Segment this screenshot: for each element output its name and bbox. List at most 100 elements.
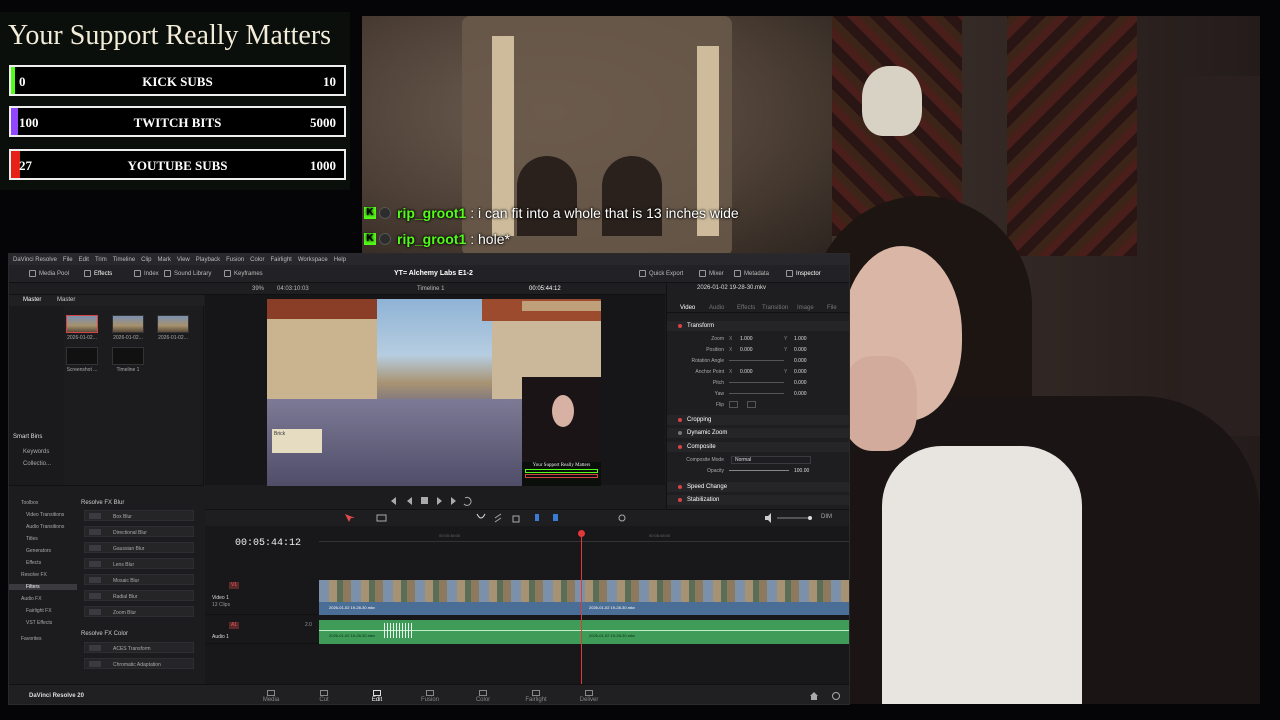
tree-item[interactable]: VST Effects — [26, 620, 52, 626]
sound-library-button[interactable]: Sound Library — [164, 270, 211, 277]
tree-item[interactable]: Audio FX — [21, 596, 42, 602]
param-slider[interactable] — [729, 382, 784, 383]
volume-icon[interactable] — [765, 513, 771, 523]
page-media[interactable]: Media — [256, 690, 286, 703]
link-icon[interactable] — [494, 513, 502, 523]
media-clip[interactable]: 2026-01-02... — [112, 315, 144, 341]
effect-item[interactable]: Chromatic Adaptation — [84, 658, 194, 669]
flip-vertical-icon[interactable] — [747, 401, 756, 408]
audio-clip[interactable]: 2026-01-02 19-28-30.mkv 2026-01-02 19-28… — [319, 620, 849, 644]
menu-timeline[interactable]: Timeline — [113, 257, 135, 263]
smart-bin-keywords[interactable]: Keywords — [23, 449, 49, 455]
dim-button[interactable]: DIM — [821, 514, 832, 520]
menu-trim[interactable]: Trim — [95, 257, 107, 263]
param-value[interactable]: 0.000 — [794, 358, 807, 364]
effect-item[interactable]: Directional Blur — [84, 526, 194, 537]
opacity-slider[interactable] — [729, 470, 789, 471]
tree-item[interactable]: Favorites — [21, 636, 42, 642]
tree-item-selected[interactable]: Filters — [9, 584, 77, 590]
param-y-value[interactable]: 0.000 — [794, 347, 807, 353]
param-y-value[interactable]: 1.000 — [794, 336, 807, 342]
playhead-handle[interactable] — [578, 530, 585, 537]
page-color[interactable]: Color — [468, 690, 498, 703]
tree-item[interactable]: Toolbox — [21, 500, 38, 506]
stop-icon[interactable] — [421, 497, 428, 504]
selection-tool-icon[interactable] — [345, 514, 355, 522]
play-icon[interactable] — [437, 497, 442, 505]
menu-app[interactable]: DaVinci Resolve — [13, 257, 57, 263]
page-deliver[interactable]: Deliver — [574, 690, 604, 703]
tree-item[interactable]: Audio Transitions — [26, 524, 64, 530]
media-clip[interactable]: 2026-01-02... — [157, 315, 189, 341]
enable-toggle-icon[interactable] — [678, 498, 682, 502]
media-pool-button[interactable]: Media Pool — [29, 270, 69, 277]
tree-item[interactable]: Fairlight FX — [26, 608, 52, 614]
page-fairlight[interactable]: Fairlight — [521, 690, 551, 703]
smart-bin-collections[interactable]: Collectio... — [23, 461, 51, 467]
effect-item[interactable]: Lens Blur — [84, 558, 194, 569]
section-transform[interactable]: Transform — [667, 321, 849, 331]
flag-icon[interactable] — [535, 514, 539, 521]
zoom-icon[interactable] — [618, 514, 626, 522]
go-start-icon[interactable] — [391, 497, 396, 505]
media-clip[interactable]: 2026-01-02... — [66, 315, 98, 341]
effect-item[interactable]: Zoom Blur — [84, 606, 194, 617]
section-dynamic-zoom[interactable]: Dynamic Zoom — [667, 428, 849, 438]
menu-workspace[interactable]: Workspace — [298, 257, 328, 263]
track-tag[interactable]: V1 — [229, 582, 239, 589]
tab-image[interactable]: Image — [797, 305, 814, 311]
menu-file[interactable]: File — [63, 257, 73, 263]
media-clip[interactable]: Screenshot ... — [66, 347, 98, 373]
mixer-button[interactable]: Mixer — [699, 270, 724, 277]
param-x-value[interactable]: 0.000 — [740, 369, 753, 375]
menu-clip[interactable]: Clip — [141, 257, 151, 263]
param-value[interactable]: 0.000 — [794, 380, 807, 386]
inspector-button[interactable]: Inspector — [786, 270, 821, 277]
menu-help[interactable]: Help — [334, 257, 346, 263]
track-tag[interactable]: A1 — [229, 622, 239, 629]
tab-audio[interactable]: Audio — [709, 305, 724, 311]
effect-item[interactable]: Gaussian Blur — [84, 542, 194, 553]
opacity-value[interactable]: 100.00 — [794, 468, 809, 474]
param-x-value[interactable]: 1.000 — [740, 336, 753, 342]
enable-toggle-icon[interactable] — [678, 418, 682, 422]
menu-mark[interactable]: Mark — [158, 257, 171, 263]
enable-toggle-icon[interactable] — [678, 431, 682, 435]
tab-effects[interactable]: Effects — [737, 305, 755, 311]
param-y-value[interactable]: 0.000 — [794, 369, 807, 375]
section-cropping[interactable]: Cropping — [667, 415, 849, 425]
flip-horizontal-icon[interactable] — [729, 401, 738, 408]
bin-tab[interactable]: Master — [57, 297, 75, 303]
tree-item[interactable]: Effects — [26, 560, 41, 566]
page-edit[interactable]: Edit — [362, 690, 392, 703]
effect-item[interactable]: ACES Transform — [84, 642, 194, 653]
menu-edit[interactable]: Edit — [79, 257, 89, 263]
snap-icon[interactable] — [476, 513, 486, 519]
tree-item[interactable]: Generators — [26, 548, 51, 554]
tree-item[interactable]: Titles — [26, 536, 38, 542]
video-clip[interactable]: 2026-01-02 19-28-30.mkv 2026-01-02 19-28… — [319, 580, 849, 615]
param-value[interactable]: 0.000 — [794, 391, 807, 397]
section-stabilization[interactable]: Stabilization — [667, 495, 849, 505]
metadata-button[interactable]: Metadata — [734, 270, 769, 277]
tab-transition[interactable]: Transition — [762, 305, 788, 311]
timeline-viewer[interactable]: Brick Your Support Really Matters — [205, 295, 665, 486]
tab-video[interactable]: Video — [680, 305, 695, 311]
menu-view[interactable]: View — [177, 257, 190, 263]
timeline-selector[interactable]: Timeline 1 — [417, 286, 444, 292]
tree-item[interactable]: Video Transitions — [26, 512, 64, 518]
lock-icon[interactable] — [512, 515, 520, 523]
effects-button[interactable]: Effects — [84, 270, 112, 277]
effect-item[interactable]: Radial Blur — [84, 590, 194, 601]
trim-tool-icon[interactable] — [376, 514, 387, 522]
menu-fusion[interactable]: Fusion — [226, 257, 244, 263]
page-fusion[interactable]: Fusion — [415, 690, 445, 703]
home-icon[interactable] — [810, 692, 818, 700]
marker-icon[interactable] — [553, 514, 558, 521]
enable-toggle-icon[interactable] — [678, 445, 682, 449]
keyframes-button[interactable]: Keyframes — [224, 270, 263, 277]
param-slider[interactable] — [729, 393, 784, 394]
section-composite[interactable]: Composite — [667, 442, 849, 452]
quick-export-button[interactable]: Quick Export — [639, 270, 683, 277]
menu-playback[interactable]: Playback — [196, 257, 220, 263]
